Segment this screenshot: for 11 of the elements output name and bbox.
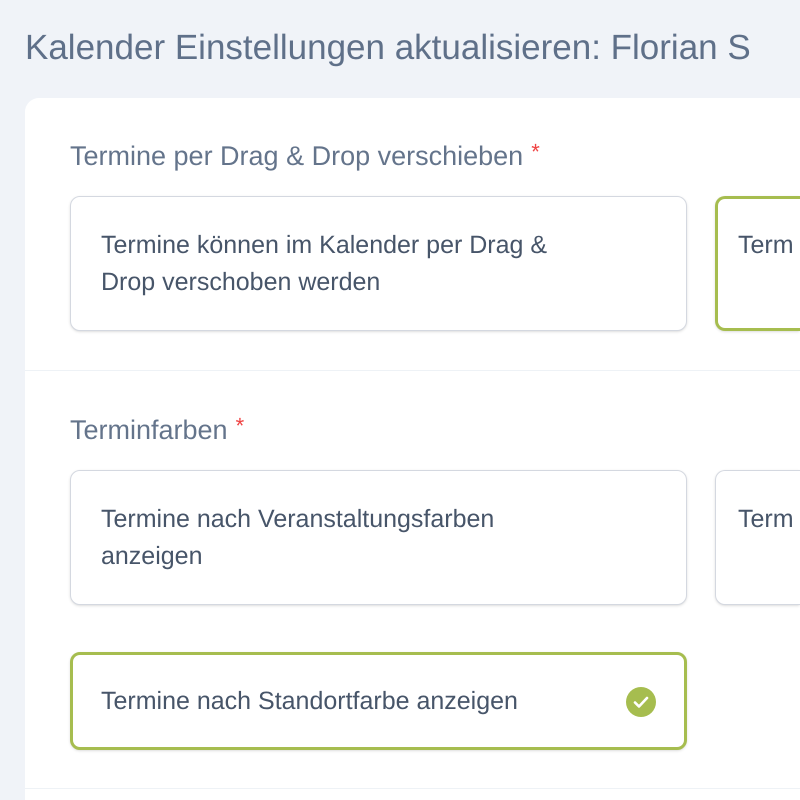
check-icon bbox=[626, 686, 656, 716]
option-card[interactable]: Term bbox=[715, 470, 800, 605]
option-card[interactable]: Termine können im Kalender per Drag & Drop verschoben werden bbox=[70, 196, 687, 331]
section-label: Terminfarben bbox=[70, 414, 228, 447]
section-label: Termine per Drag & Drop verschieben bbox=[70, 140, 524, 173]
option-card[interactable]: Termine nach Veranstaltungsfarben anzeigen bbox=[70, 470, 687, 605]
option-card[interactable]: Termine nach Standortfarbe anzeigen bbox=[70, 652, 687, 750]
required-asterisk: * bbox=[236, 412, 244, 440]
page-title: Kalender Einstellungen aktualisieren: Florian S bbox=[25, 28, 751, 68]
required-asterisk: * bbox=[531, 138, 540, 166]
option-card[interactable]: Term bbox=[715, 196, 800, 331]
